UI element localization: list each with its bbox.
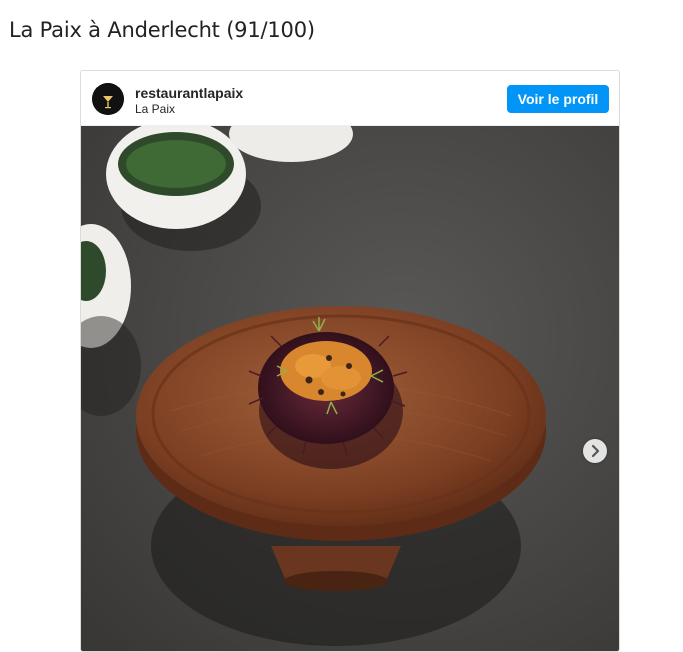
chevron-right-icon [591, 444, 600, 458]
post-photo[interactable] [81, 126, 619, 651]
view-profile-button[interactable]: Voir le profil [507, 85, 609, 113]
account-location[interactable]: La Paix [135, 102, 175, 116]
next-photo-button[interactable] [583, 439, 607, 463]
instagram-embed: restaurantlapaix La Paix Voir le profil [80, 70, 620, 652]
page-title: La Paix à Anderlecht (91/100) [9, 18, 315, 42]
account-username[interactable]: restaurantlapaix [135, 85, 243, 101]
avatar[interactable] [92, 83, 124, 115]
embed-header: restaurantlapaix La Paix Voir le profil [81, 71, 619, 126]
logo-icon [92, 83, 124, 115]
